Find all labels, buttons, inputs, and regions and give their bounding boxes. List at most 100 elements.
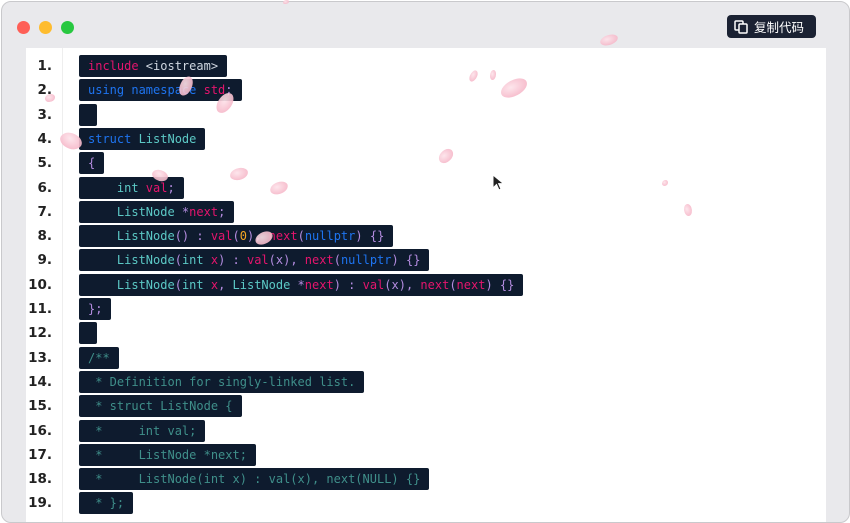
code-token: * xyxy=(290,277,305,292)
code-line: 1. include <iostream> xyxy=(26,54,826,78)
code-token: , xyxy=(218,277,233,292)
code-token: int xyxy=(88,180,139,195)
code-line: 18. * ListNode(int x) : val(x), next(NUL… xyxy=(26,467,826,491)
minimize-window-button[interactable] xyxy=(39,21,52,34)
code-line: 16. * int val; xyxy=(26,419,826,443)
code-token: ListNode xyxy=(88,277,175,292)
code-line-text: * }; xyxy=(79,492,134,515)
code-token: ) {} xyxy=(485,277,515,292)
code-token: next xyxy=(189,204,219,219)
copy-icon xyxy=(734,19,748,34)
code-line-text: ListNode() : val(0), next(nullptr) {} xyxy=(79,225,394,248)
code-line-text: /** xyxy=(79,346,119,369)
code-token: next xyxy=(304,253,334,268)
maximize-window-button[interactable] xyxy=(61,21,74,34)
code-line: 12. xyxy=(26,321,826,345)
code-token: ( xyxy=(297,229,305,244)
close-window-button[interactable] xyxy=(17,21,30,34)
code-token: (x), xyxy=(268,253,305,268)
code-line-text: }; xyxy=(79,298,112,320)
line-number: 14. xyxy=(28,373,52,390)
code-line-text: int val; xyxy=(79,176,184,199)
code-line: 14. * Definition for singly-linked list. xyxy=(26,370,826,394)
code-token: ListNode xyxy=(88,204,175,219)
line-number: 18. xyxy=(28,471,52,488)
code-line: 2. using namespace std; xyxy=(26,78,826,102)
code-token: * int val; xyxy=(88,423,197,438)
code-token: ( xyxy=(333,253,341,268)
code-token: ( xyxy=(449,277,457,292)
code-token: { xyxy=(88,156,96,171)
line-number: 1. xyxy=(37,58,52,74)
line-number: 4. xyxy=(37,130,52,147)
line-number: 3. xyxy=(37,106,52,123)
code-line-text: * Definition for singly-linked list. xyxy=(79,370,365,393)
code-line-text xyxy=(79,322,97,345)
code-token: * struct ListNode { xyxy=(88,399,233,414)
code-token: next xyxy=(456,277,486,292)
code-token: ) : xyxy=(333,277,363,292)
code-line: 17. * ListNode *next; xyxy=(26,443,826,467)
code-token: ListNode xyxy=(232,277,291,292)
code-token: struct xyxy=(88,131,132,146)
code-token: * }; xyxy=(88,496,125,511)
code-line-text: struct ListNode xyxy=(79,127,206,150)
code-token: 0 xyxy=(239,229,247,244)
code-line: 9. ListNode(int x) : val(x), next(nullpt… xyxy=(26,248,826,272)
line-number: 13. xyxy=(28,349,52,366)
code-token: <iostream> xyxy=(138,59,219,73)
line-number: 6. xyxy=(37,179,52,196)
line-number: 16. xyxy=(28,422,52,439)
code-line-text: * int val; xyxy=(79,419,206,442)
code-line-text: include <iostream> xyxy=(79,55,228,77)
line-number: 9. xyxy=(37,252,52,269)
code-token: * ListNode *next; xyxy=(88,447,247,462)
code-line-text: ListNode *next; xyxy=(79,200,235,223)
code-token: x xyxy=(203,253,219,268)
code-line: 4. struct ListNode xyxy=(26,127,826,151)
code-token: next xyxy=(420,277,450,292)
code-line: 11.}; xyxy=(26,297,826,321)
line-number: 7. xyxy=(37,203,52,220)
code-line: 6. int val; xyxy=(26,176,826,200)
copy-code-button[interactable]: 复制代码 xyxy=(727,15,816,38)
line-number: 8. xyxy=(37,228,52,245)
code-token: /** xyxy=(88,350,110,365)
code-line-text: * ListNode *next; xyxy=(79,443,256,466)
code-line: 3. xyxy=(26,103,826,127)
code-line-text: ListNode(int x, ListNode *next) : val(x)… xyxy=(79,273,524,296)
line-number: 19. xyxy=(28,495,52,512)
code-token: * Definition for singly-linked list. xyxy=(88,374,356,389)
line-number: 17. xyxy=(28,446,52,463)
code-token: ; xyxy=(167,180,175,195)
code-token: int xyxy=(181,253,204,268)
code-token: next xyxy=(268,229,298,244)
code-token: ( xyxy=(174,277,182,292)
code-token: x xyxy=(203,277,219,292)
code-line: 8. ListNode() : val(0), next(nullptr) {} xyxy=(26,224,826,248)
code-line-text: ListNode(int x) : val(x), next(nullptr) … xyxy=(79,249,430,272)
code-token: nullptr xyxy=(340,253,392,268)
code-token: ) : xyxy=(218,253,247,268)
code-token: * xyxy=(174,204,190,219)
code-line: 10. ListNode(int x, ListNode *next) : va… xyxy=(26,273,826,297)
code-token: next xyxy=(304,277,334,292)
code-line: 19. * }; xyxy=(26,491,826,515)
code-token: nullptr xyxy=(304,229,356,244)
code-line-text: * struct ListNode { xyxy=(79,395,242,418)
code-line: 5. { xyxy=(26,151,826,175)
code-token: int xyxy=(181,277,204,292)
code-token: val xyxy=(246,253,269,268)
code-token: val xyxy=(210,229,233,244)
code-token: }; xyxy=(88,302,103,316)
code-token: (x), xyxy=(384,277,421,292)
code-line-text: { xyxy=(79,152,105,175)
code-token: ) {} xyxy=(391,253,421,268)
code-line-text xyxy=(79,103,97,126)
line-number: 15. xyxy=(28,398,52,415)
code-line-text: * ListNode(int x) : val(x), next(NULL) {… xyxy=(79,468,430,491)
line-number: 11. xyxy=(28,301,52,317)
mouse-cursor-icon xyxy=(492,174,505,191)
line-number: 10. xyxy=(28,276,52,293)
code-token: ( xyxy=(232,229,240,244)
